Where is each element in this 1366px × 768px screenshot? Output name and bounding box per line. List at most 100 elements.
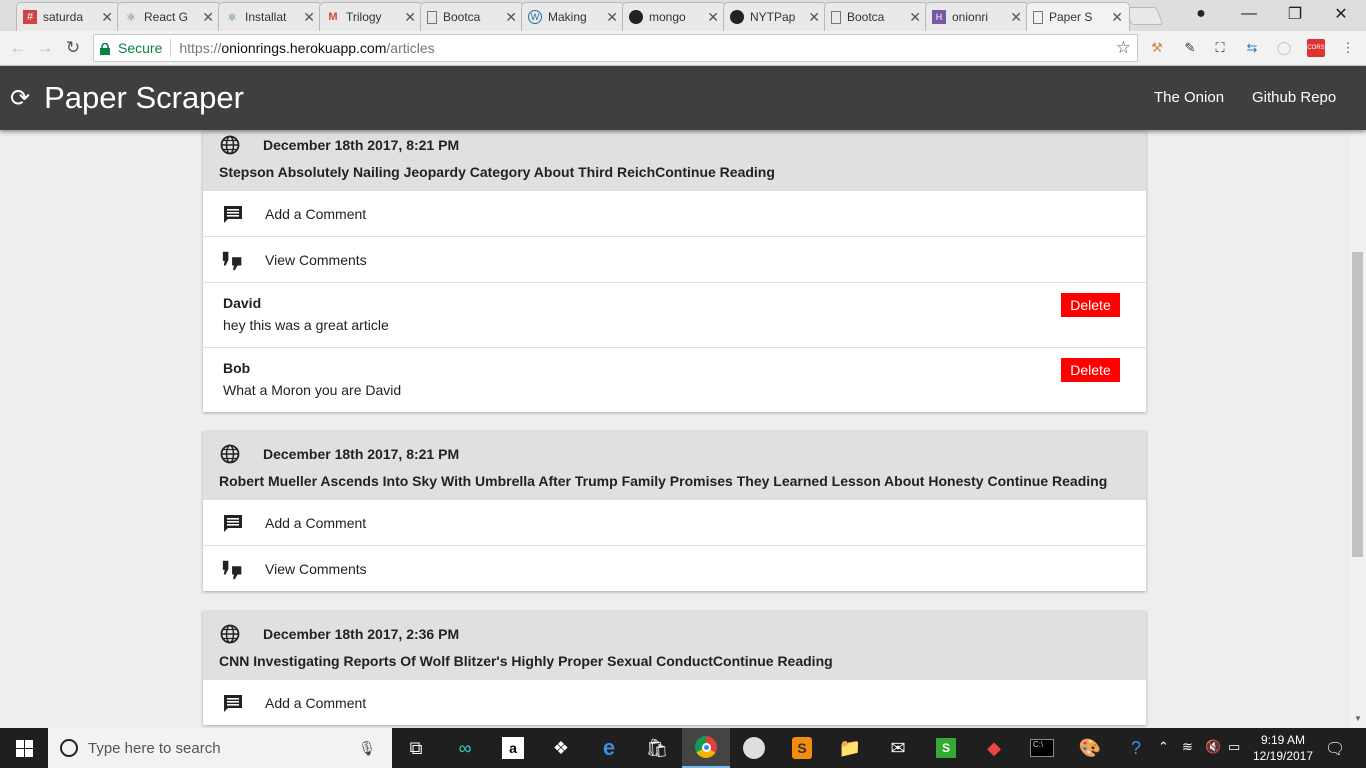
- clock[interactable]: 9:19 AM 12/19/2017: [1250, 732, 1316, 764]
- secure-indicator[interactable]: Secure: [100, 40, 162, 56]
- view-comments-button[interactable]: View Comments: [203, 545, 1146, 591]
- chevron-up-icon[interactable]: ⌃: [1158, 739, 1169, 755]
- help-icon[interactable]: ?: [1112, 728, 1160, 768]
- address-bar[interactable]: Secure https:// onionrings.herokuapp.com…: [93, 34, 1138, 62]
- edge-icon[interactable]: e: [585, 728, 633, 768]
- browser-tab[interactable]: ⚛ Installat ✕: [218, 2, 322, 31]
- close-icon[interactable]: ✕: [808, 9, 820, 26]
- scrollbar-thumb[interactable]: [1352, 252, 1363, 557]
- volume-muted-icon[interactable]: 🔇: [1205, 739, 1221, 755]
- back-button[interactable]: ←: [6, 37, 30, 59]
- delete-comment-button[interactable]: Delete: [1061, 358, 1120, 382]
- restore-button[interactable]: ❐: [1272, 0, 1318, 28]
- reload-button[interactable]: ↻: [61, 37, 85, 59]
- sublime-icon[interactable]: S: [778, 728, 826, 768]
- browser-tab-active[interactable]: Paper S ✕: [1026, 2, 1130, 31]
- article-headline-link[interactable]: Robert Mueller Ascends Into Sky With Umb…: [219, 467, 1130, 499]
- browser-tab[interactable]: ⚛ React G ✕: [117, 2, 221, 31]
- screenshot-icon[interactable]: ⛶: [1211, 39, 1229, 57]
- paint-icon[interactable]: 🎨: [1066, 728, 1114, 768]
- eyedropper-icon[interactable]: ✎: [1181, 39, 1199, 57]
- article-headline-link[interactable]: CNN Investigating Reports Of Wolf Blitze…: [219, 647, 1130, 679]
- close-icon[interactable]: ✕: [404, 9, 416, 26]
- github-icon: [730, 10, 744, 24]
- arduino-icon[interactable]: ∞: [441, 728, 489, 768]
- cors-icon[interactable]: CORS: [1307, 39, 1325, 57]
- add-comment-label: Add a Comment: [265, 514, 367, 531]
- battery-icon[interactable]: ▭: [1228, 739, 1240, 755]
- new-tab-button[interactable]: [1124, 7, 1164, 25]
- article-headline-link[interactable]: Stepson Absolutely Nailing Jeopardy Cate…: [219, 158, 1130, 190]
- task-view-icon[interactable]: ⧉: [392, 728, 440, 768]
- browser-tab[interactable]: Honionri ✕: [925, 2, 1029, 31]
- close-icon[interactable]: ✕: [707, 9, 719, 26]
- file-explorer-icon[interactable]: 📁: [826, 728, 874, 768]
- brand-link[interactable]: ⟳ Paper Scraper: [10, 80, 244, 116]
- nav-link-the-onion[interactable]: The Onion: [1154, 89, 1224, 106]
- mail-icon[interactable]: ✉: [874, 728, 922, 768]
- terminal-icon[interactable]: C:\: [1018, 728, 1066, 768]
- url-host: onionrings.herokuapp.com: [221, 40, 387, 56]
- close-icon[interactable]: ✕: [101, 9, 113, 26]
- notifications-icon[interactable]: 🗨: [1325, 739, 1345, 759]
- git-icon[interactable]: ◆: [970, 728, 1018, 768]
- profile-icon[interactable]: ●: [1178, 0, 1224, 28]
- add-comment-button[interactable]: Add a Comment: [203, 499, 1146, 545]
- comment-icon: [221, 514, 245, 532]
- close-window-button[interactable]: ✕: [1318, 0, 1364, 28]
- browser-toolbar: ← → ↻ Secure https:// onionrings.herokua…: [0, 31, 1366, 66]
- slack-icon: #: [23, 10, 37, 24]
- browser-tab[interactable]: # saturda ✕: [16, 2, 120, 31]
- close-icon[interactable]: ✕: [505, 9, 517, 26]
- extension-circle-icon[interactable]: ◯: [1275, 39, 1293, 57]
- close-icon[interactable]: ✕: [1010, 9, 1022, 26]
- page-scrollbar[interactable]: ▲ ▼: [1350, 66, 1366, 728]
- app-s-icon[interactable]: S: [922, 728, 970, 768]
- browser-tab[interactable]: NYTPap ✕: [723, 2, 827, 31]
- url-scheme: https://: [179, 40, 222, 56]
- minimize-button[interactable]: —: [1226, 0, 1272, 28]
- delete-comment-button[interactable]: Delete: [1061, 293, 1120, 317]
- add-comment-button[interactable]: Add a Comment: [203, 679, 1146, 725]
- add-comment-label: Add a Comment: [265, 205, 367, 222]
- search-placeholder: Type here to search: [88, 739, 221, 757]
- articles-list: December 18th 2017, 8:21 PM Stepson Abso…: [0, 130, 1350, 728]
- close-icon[interactable]: ✕: [909, 9, 921, 26]
- view-comments-label: View Comments: [265, 251, 367, 268]
- scroll-down-arrow-icon[interactable]: ▼: [1353, 714, 1363, 723]
- browser-tab[interactable]: mongo ✕: [622, 2, 726, 31]
- amazon-icon[interactable]: a: [489, 728, 537, 768]
- microphone-icon[interactable]: 🎙: [358, 740, 376, 757]
- bookmark-star-icon[interactable]: ☆: [1116, 38, 1131, 58]
- close-icon[interactable]: ✕: [303, 9, 315, 26]
- article-header: December 18th 2017, 8:21 PM Stepson Abso…: [203, 130, 1146, 190]
- browser-tab[interactable]: M Trilogy ✕: [319, 2, 423, 31]
- taskbar-search-box[interactable]: Type here to search 🎙: [48, 728, 392, 768]
- close-icon[interactable]: ✕: [606, 9, 618, 26]
- add-comment-button[interactable]: Add a Comment: [203, 190, 1146, 236]
- browser-tab[interactable]: Bootca ✕: [824, 2, 928, 31]
- nav-link-github-repo[interactable]: Github Repo: [1252, 89, 1336, 106]
- article-card: December 18th 2017, 2:36 PM CNN Investig…: [203, 611, 1146, 725]
- browser-tab[interactable]: W Making ✕: [521, 2, 625, 31]
- dropbox-icon[interactable]: ❖: [537, 728, 585, 768]
- github-desktop-icon[interactable]: [730, 728, 778, 768]
- forward-button[interactable]: →: [33, 37, 57, 59]
- clock-date: 12/19/2017: [1252, 749, 1314, 763]
- article-date: December 18th 2017, 8:21 PM: [263, 137, 460, 153]
- menu-icon[interactable]: ⋮: [1339, 39, 1357, 57]
- comment-text: hey this was a great article: [223, 317, 389, 333]
- store-icon[interactable]: 🛍: [633, 728, 681, 768]
- view-comments-button[interactable]: View Comments: [203, 236, 1146, 282]
- heroku-icon: H: [932, 10, 946, 24]
- windows-icon: [15, 739, 33, 757]
- chrome-icon[interactable]: [682, 728, 730, 768]
- extension-icon[interactable]: ⚒: [1148, 39, 1166, 57]
- browser-tab[interactable]: Bootca ✕: [420, 2, 524, 31]
- wifi-icon[interactable]: ≋: [1182, 739, 1193, 755]
- close-icon[interactable]: ✕: [1111, 9, 1123, 26]
- close-icon[interactable]: ✕: [202, 9, 214, 26]
- sync-icon[interactable]: ⇆: [1243, 39, 1261, 57]
- start-button[interactable]: [0, 728, 48, 768]
- comment-item: Bob What a Moron you are David Delete: [203, 347, 1146, 412]
